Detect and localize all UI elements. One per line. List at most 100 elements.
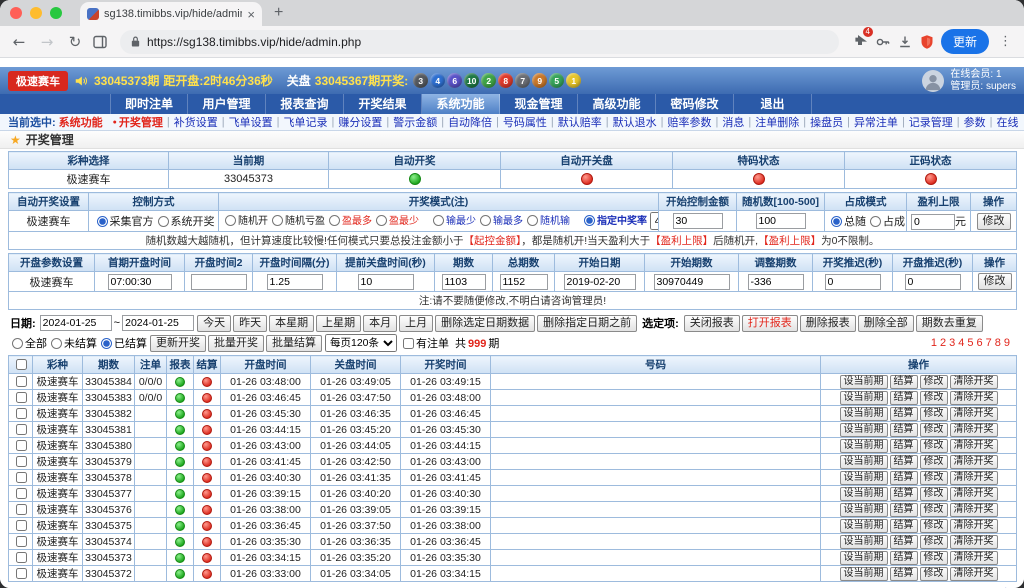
zoom-window-button[interactable] <box>50 7 62 19</box>
auto-draw-status[interactable] <box>409 173 421 185</box>
bets-count[interactable]: 0/0/0 <box>135 374 167 390</box>
back-icon[interactable]: ← <box>8 33 30 51</box>
row-action-3[interactable]: 清除开奖 <box>950 407 998 421</box>
row-action-1[interactable]: 结算 <box>890 455 918 469</box>
batch-action-buttons-1[interactable]: 批量开奖 <box>208 335 264 352</box>
auto-openclose-status[interactable] <box>581 173 593 185</box>
batch-action-buttons-0[interactable]: 更新开奖 <box>150 335 206 352</box>
submenu-item-9[interactable]: 赔率参数 <box>668 114 712 130</box>
mode-radio-1[interactable] <box>272 215 283 226</box>
menu-item-6[interactable]: 高级功能 <box>578 94 656 114</box>
row-action-3[interactable]: 清除开奖 <box>950 423 998 437</box>
close-ahead-input[interactable] <box>358 274 414 290</box>
ctrl-option-0[interactable]: 采集官方 <box>93 213 154 229</box>
row-checkbox[interactable] <box>16 568 27 579</box>
settle-status[interactable] <box>202 409 212 419</box>
mode-radio-3[interactable] <box>376 215 387 226</box>
fstatus-radio-0[interactable] <box>12 338 23 349</box>
row-action-1[interactable]: 结算 <box>890 487 918 501</box>
browser-menu-icon[interactable]: ⋮ <box>995 34 1016 49</box>
submenu-item-14[interactable]: 记录管理 <box>909 114 953 130</box>
row-checkbox[interactable] <box>16 520 27 531</box>
date-quick-buttons-0[interactable]: 今天 <box>197 315 231 332</box>
fstatus-radio-1[interactable] <box>51 338 62 349</box>
row-action-1[interactable]: 结算 <box>890 471 918 485</box>
submenu-item-16[interactable]: 在线 <box>997 114 1019 130</box>
row-action-2[interactable]: 修改 <box>920 487 948 501</box>
has-bets-checkbox[interactable]: 有注单 <box>399 335 449 351</box>
row-action-0[interactable]: 设当前期 <box>840 535 888 549</box>
page-link-8[interactable]: 8 <box>995 337 1001 349</box>
mode-option-1[interactable]: 随机亏盈 <box>268 212 325 227</box>
row-action-3[interactable]: 清除开奖 <box>950 455 998 469</box>
row-action-1[interactable]: 结算 <box>890 503 918 517</box>
submenu-item-10[interactable]: 消息 <box>722 114 744 130</box>
menu-item-3[interactable]: 开奖结果 <box>344 94 422 114</box>
row-action-3[interactable]: 清除开奖 <box>950 439 998 453</box>
share-radio-0[interactable] <box>831 216 842 227</box>
close-window-button[interactable] <box>10 7 22 19</box>
row-action-2[interactable]: 修改 <box>920 423 948 437</box>
row-checkbox[interactable] <box>16 456 27 467</box>
mode-option-4[interactable]: 输最少 <box>429 212 476 227</box>
shield-icon[interactable] <box>919 34 935 50</box>
row-checkbox[interactable] <box>16 440 27 451</box>
page-link-6[interactable]: 6 <box>977 337 983 349</box>
row-action-2[interactable]: 修改 <box>920 391 948 405</box>
tab-close-icon[interactable]: × <box>247 8 255 21</box>
start-amount-input[interactable] <box>673 213 723 229</box>
report-status[interactable] <box>175 441 185 451</box>
row-action-2[interactable]: 修改 <box>920 567 948 581</box>
report-status[interactable] <box>175 489 185 499</box>
minimize-window-button[interactable] <box>30 7 42 19</box>
row-action-2[interactable]: 修改 <box>920 551 948 565</box>
submenu-item-5[interactable]: 自动降倍 <box>448 114 492 130</box>
row-checkbox[interactable] <box>16 424 27 435</box>
report-status[interactable] <box>175 521 185 531</box>
bets-count[interactable]: 0/0/0 <box>135 390 167 406</box>
ctrl-radio-1[interactable] <box>158 216 169 227</box>
special-code-status[interactable] <box>753 173 765 185</box>
menu-item-1[interactable]: 用户管理 <box>188 94 266 114</box>
report-status[interactable] <box>175 537 185 547</box>
row-action-2[interactable]: 修改 <box>920 503 948 517</box>
menu-item-8[interactable]: 退出 <box>734 94 812 114</box>
row-action-3[interactable]: 清除开奖 <box>950 551 998 565</box>
mode-option-5[interactable]: 输最多 <box>476 212 523 227</box>
report-status[interactable] <box>175 553 185 563</box>
report-status[interactable] <box>175 377 185 387</box>
report-buttons-0[interactable]: 关闭报表 <box>684 315 740 332</box>
fstatus-option-0[interactable]: 全部 <box>8 335 47 351</box>
mode-option-7[interactable]: 指定中奖率 <box>580 212 647 227</box>
page-link-2[interactable]: 2 <box>940 337 946 349</box>
row-action-2[interactable]: 修改 <box>920 439 948 453</box>
row-action-3[interactable]: 清除开奖 <box>950 535 998 549</box>
page-link-4[interactable]: 4 <box>958 337 964 349</box>
report-buttons-2[interactable]: 删除报表 <box>800 315 856 332</box>
settle-status[interactable] <box>202 393 212 403</box>
row-checkbox[interactable] <box>16 504 27 515</box>
settle-status[interactable] <box>202 457 212 467</box>
win-rate-select[interactable]: 4期中1 <box>650 212 659 230</box>
download-icon[interactable] <box>897 34 913 50</box>
first-open-time-input[interactable] <box>108 274 172 290</box>
mode-radio-2[interactable] <box>329 215 340 226</box>
fstatus-option-1[interactable]: 未结算 <box>47 335 97 351</box>
date-quick-buttons-3[interactable]: 上星期 <box>316 315 361 332</box>
date-quick-buttons-5[interactable]: 上月 <box>399 315 433 332</box>
ctrl-option-1[interactable]: 系统开奖 <box>154 213 215 229</box>
mode-option-6[interactable]: 随机输 <box>523 212 570 227</box>
settle-status[interactable] <box>202 441 212 451</box>
row-action-0[interactable]: 设当前期 <box>840 407 888 421</box>
date-quick-buttons-7[interactable]: 删除指定日期之前 <box>537 315 637 332</box>
report-buttons-4[interactable]: 期数去重复 <box>916 315 983 332</box>
report-buttons-1[interactable]: 打开报表 <box>742 315 798 332</box>
submenu-item-3[interactable]: 赚分设置 <box>338 114 382 130</box>
submenu-item-2[interactable]: 飞单记录 <box>283 114 327 130</box>
total-periods-input[interactable] <box>500 274 548 290</box>
settle-status[interactable] <box>202 537 212 547</box>
batch-action-buttons-2[interactable]: 批量结算 <box>266 335 322 352</box>
row-action-1[interactable]: 结算 <box>890 375 918 389</box>
row-action-1[interactable]: 结算 <box>890 423 918 437</box>
row-action-0[interactable]: 设当前期 <box>840 551 888 565</box>
